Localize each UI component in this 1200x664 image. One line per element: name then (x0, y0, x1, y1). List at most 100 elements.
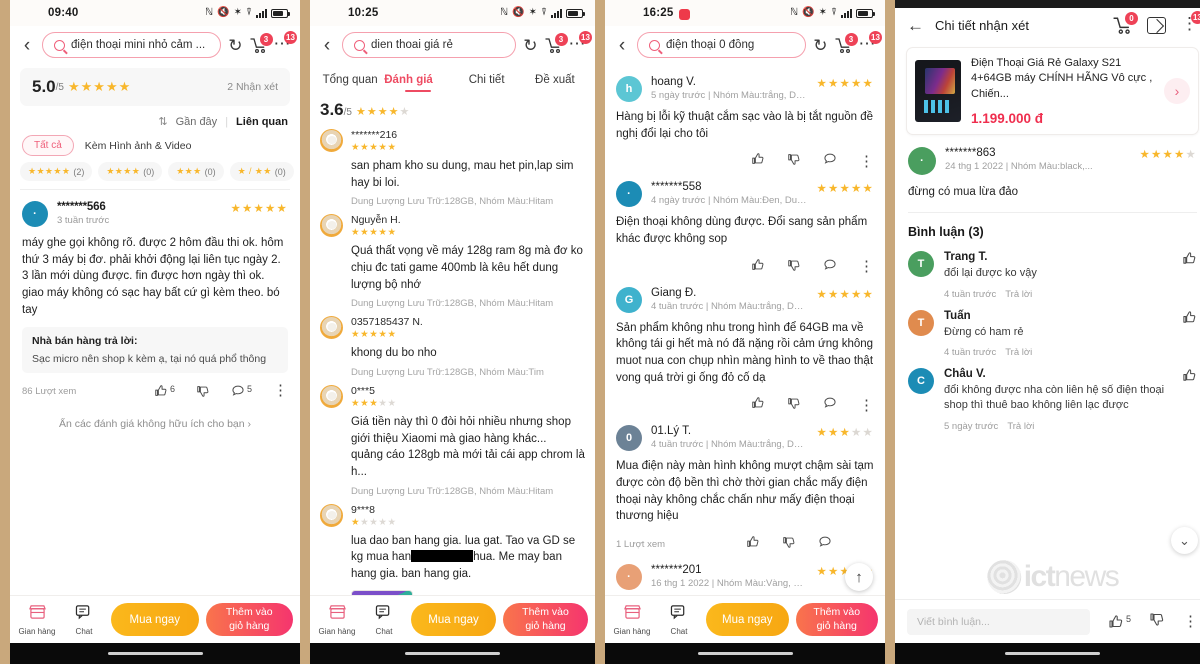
reply-link[interactable]: Trả lời (1005, 347, 1032, 358)
chat-button[interactable]: Chat (659, 604, 699, 636)
add-to-cart-button[interactable]: Thêm vào giỏ hàng (795, 603, 878, 636)
more-menu-button[interactable]: ⋯ 13 (569, 31, 592, 54)
refresh-icon[interactable]: ↻ (523, 37, 537, 54)
shop-button[interactable]: Gian hàng (612, 604, 652, 636)
reply-link[interactable]: Trả lời (1005, 289, 1032, 300)
tab-details[interactable]: Chi tiết (453, 68, 521, 93)
search-input[interactable]: dien thoai giá rẻ (342, 32, 517, 58)
back-icon[interactable]: ‹ (19, 36, 35, 55)
home-indicator[interactable] (107, 652, 203, 655)
reviewer-name: *******566 (57, 201, 106, 213)
like-button[interactable] (1182, 251, 1197, 271)
like-button[interactable] (1182, 310, 1197, 330)
sort-recent[interactable]: Gần đây (176, 116, 218, 128)
comment-input[interactable]: Viết bình luận... (907, 608, 1090, 635)
share-icon[interactable] (1147, 16, 1166, 34)
chevron-right-icon[interactable]: › (1164, 78, 1190, 105)
tab-reviews[interactable]: Đánh giá (384, 68, 452, 93)
hide-reviews-link[interactable]: Ẩn các đánh giá không hữu ích cho bạn › (22, 398, 288, 430)
chat-button[interactable]: Chat (364, 604, 404, 636)
home-indicator[interactable] (405, 652, 500, 655)
sort-relevant[interactable]: Liên quan (236, 116, 288, 128)
dislike-button[interactable] (787, 396, 801, 415)
filter-chip-media[interactable]: Kèm Hình ảnh & Video (83, 136, 194, 156)
home-indicator[interactable] (1005, 652, 1100, 655)
shop-button[interactable]: Gian hàng (17, 604, 57, 636)
battery-icon (856, 8, 875, 18)
like-button[interactable] (1182, 368, 1197, 388)
comment-button[interactable] (818, 535, 832, 554)
star-filter-4[interactable]: ★★★★ (0) (98, 162, 163, 181)
bottom-action-bar-3: Gian hàng Chat Mua ngay Thêm vào giỏ hàn… (605, 595, 885, 643)
back-icon[interactable]: ‹ (614, 36, 630, 55)
back-arrow-icon[interactable]: ← (907, 17, 924, 34)
like-button[interactable]: 5 (1108, 614, 1131, 630)
back-icon[interactable]: ‹ (319, 36, 335, 55)
rating-score: 3.6 (320, 100, 344, 119)
more-menu-button[interactable]: ⋮ 13 (1181, 11, 1200, 34)
panel-2-reviews: 10:25 ℕ 🔇 ✶ ⍒ ‹ dien thoai giá rẻ ↻ 3 ⋯ … (310, 0, 595, 664)
like-button[interactable]: 6 (154, 384, 175, 398)
search-input[interactable]: điện thoại mini nhỏ cảm ... (42, 32, 222, 58)
reviewer-name: Nguyễn H. (351, 214, 401, 227)
home-indicator[interactable] (697, 652, 793, 655)
review-stars: ★★★★★ (351, 142, 397, 153)
buy-now-button[interactable]: Mua ngay (706, 603, 789, 636)
cart-button[interactable]: 3 (834, 32, 858, 53)
more-icon[interactable]: ⋮ (859, 260, 874, 275)
avatar (320, 214, 343, 238)
like-button[interactable] (751, 396, 765, 415)
more-menu-button[interactable]: ⋯ 13 (274, 31, 297, 54)
tab-bar: Tổng quan Đánh giá Chi tiết Đề xuất (310, 66, 595, 93)
star-filter-1-2-count: (0) (274, 166, 286, 177)
buy-now-button[interactable]: Mua ngay (411, 603, 496, 636)
like-button[interactable] (746, 535, 760, 554)
like-button[interactable] (751, 152, 765, 171)
avatar: · (908, 147, 936, 176)
refresh-icon[interactable]: ↻ (228, 37, 242, 54)
dislike-button[interactable] (787, 258, 801, 277)
like-button[interactable] (751, 258, 765, 277)
filter-chip-all[interactable]: Tất cả (22, 135, 74, 156)
dislike-button[interactable] (787, 152, 801, 171)
dislike-button[interactable] (196, 384, 210, 398)
add-to-cart-button[interactable]: Thêm vào giỏ hàng (205, 603, 293, 636)
watermark-logo-icon (986, 560, 1021, 594)
comment-button[interactable]: 5 (231, 384, 252, 398)
buy-now-button[interactable]: Mua ngay (111, 603, 199, 636)
more-icon[interactable]: ⋮ (273, 384, 288, 399)
dislike-button[interactable] (1149, 611, 1165, 632)
cart-button[interactable]: 3 (544, 32, 568, 53)
star-filter-5[interactable]: ★★★★★ (2) (20, 162, 93, 181)
add-to-cart-button[interactable]: Thêm vào giỏ hàng (503, 603, 588, 636)
shop-button[interactable]: Gian hàng (317, 604, 357, 636)
search-input[interactable]: điện thoại 0 đồng (637, 32, 807, 58)
avatar-initial: · (920, 155, 924, 168)
avatar-initial: C (917, 374, 925, 387)
more-icon[interactable]: ⋮ (859, 154, 874, 169)
expand-more-button[interactable]: ⌄ (1171, 527, 1198, 554)
reply-link[interactable]: Trả lời (1007, 421, 1034, 432)
star-filter-3[interactable]: ★★★ (0) (168, 162, 224, 181)
dislike-button[interactable] (782, 535, 796, 554)
reviewer-name: Giang Đ. (651, 286, 697, 299)
refresh-icon[interactable]: ↻ (813, 37, 827, 54)
cart-badge: 3 (844, 32, 858, 46)
comment-button[interactable] (823, 396, 837, 415)
more-icon[interactable]: ⋮ (859, 398, 874, 413)
review-body: lua dao ban hang gia. lua gat. Tao va GD… (351, 533, 585, 583)
tab-overview[interactable]: Tổng quan (316, 68, 384, 93)
scroll-to-top-button[interactable]: ↑ (845, 563, 873, 591)
tab-suggestions[interactable]: Đề xuất (521, 68, 589, 93)
chat-button[interactable]: Chat (64, 604, 104, 636)
product-card[interactable]: Điện Thoại Giá Rẻ Galaxy S21 4+64GB máy … (906, 47, 1199, 136)
cart-button[interactable]: 3 (249, 32, 273, 53)
more-menu-button[interactable]: ⋯ 13 (859, 31, 882, 54)
comment-button[interactable] (823, 152, 837, 171)
star-filter-1-2[interactable]: ★ / ★★ (0) (229, 162, 294, 181)
cart-button[interactable]: 0 (1113, 11, 1138, 34)
review-body: Điện thoại không dùng được. Đổi sang sản… (616, 216, 868, 246)
review-variant: Dung Lượng Lưu Trữ:128GB, Nhóm Màu:Hitam (351, 196, 554, 208)
more-icon[interactable]: ⋮ (1183, 614, 1198, 629)
comment-button[interactable] (823, 258, 837, 277)
